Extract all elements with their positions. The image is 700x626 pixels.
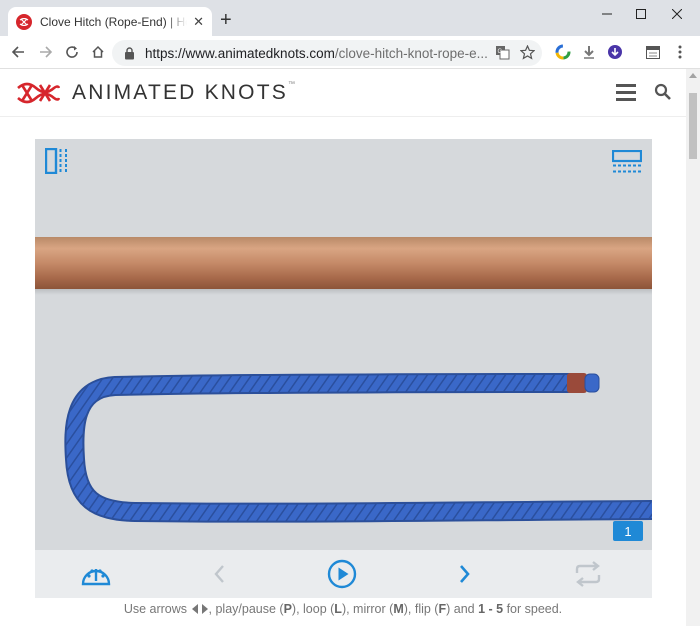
extension-purple-icon[interactable] bbox=[605, 42, 625, 62]
chevron-right-icon bbox=[460, 565, 470, 583]
frame-number-badge: 1 bbox=[613, 521, 643, 541]
chevron-left-icon bbox=[214, 565, 224, 583]
browser-toolbar: https://www.animatedknots.com/clove-hitc… bbox=[0, 36, 700, 69]
download-icon[interactable] bbox=[579, 42, 599, 62]
previous-frame-button[interactable] bbox=[204, 559, 234, 589]
tab-title: Clove Hitch (Rope-End) | How t bbox=[40, 14, 187, 29]
search-icon[interactable] bbox=[654, 83, 672, 101]
site-header: ANIMATED KNOTS™ bbox=[0, 69, 686, 117]
scrollbar-thumb[interactable] bbox=[689, 93, 697, 159]
extension-calendar-icon[interactable] bbox=[643, 42, 663, 62]
url-path: /clove-hitch-knot-rope-e... bbox=[334, 45, 488, 61]
window-close-icon[interactable] bbox=[654, 0, 700, 28]
play-icon bbox=[327, 559, 357, 589]
speedometer-icon bbox=[81, 569, 111, 586]
hamburger-menu-icon[interactable] bbox=[616, 84, 636, 102]
svg-text:G: G bbox=[497, 49, 502, 55]
site-favicon-icon bbox=[16, 13, 32, 30]
loop-icon bbox=[575, 561, 601, 587]
lock-icon bbox=[125, 46, 134, 59]
translate-icon[interactable]: G bbox=[492, 42, 512, 62]
home-icon[interactable] bbox=[88, 42, 108, 62]
site-logo[interactable]: ANIMATED KNOTS™ bbox=[16, 81, 295, 105]
knot-logo-icon bbox=[17, 82, 60, 104]
keyboard-hint: Use arrows , play/pause (P), loop (L), m… bbox=[123, 602, 563, 616]
next-frame-button[interactable] bbox=[450, 559, 480, 589]
player-controls bbox=[35, 550, 652, 598]
page-scrollbar[interactable] bbox=[686, 69, 700, 626]
rope-image bbox=[64, 373, 652, 523]
browser-tab-strip: Clove Hitch (Rope-End) | How t ✕ + bbox=[0, 0, 700, 36]
scroll-up-icon[interactable] bbox=[689, 73, 697, 78]
back-icon[interactable] bbox=[8, 42, 28, 62]
browser-tab[interactable]: Clove Hitch (Rope-End) | How t ✕ bbox=[8, 7, 212, 36]
bookmark-star-icon[interactable] bbox=[517, 42, 537, 62]
extension-color-icon[interactable] bbox=[553, 42, 573, 62]
flip-icon[interactable] bbox=[612, 150, 642, 174]
browser-menu-icon[interactable] bbox=[670, 42, 690, 62]
new-tab-button[interactable]: + bbox=[220, 10, 232, 30]
arrow-keys-icon bbox=[191, 604, 208, 614]
knot-animation-frame[interactable]: 1 bbox=[35, 139, 652, 550]
url-domain: https://www.animatedknots.com bbox=[145, 45, 335, 61]
forward-icon[interactable] bbox=[36, 42, 56, 62]
address-bar[interactable]: https://www.animatedknots.com/clove-hitc… bbox=[112, 40, 542, 66]
reload-icon[interactable] bbox=[62, 42, 82, 62]
loop-button[interactable] bbox=[573, 559, 603, 589]
play-pause-button[interactable] bbox=[327, 559, 357, 589]
web-page: ANIMATED KNOTS™ 1 Use arrows , play/paus… bbox=[0, 69, 686, 626]
tab-close-icon[interactable]: ✕ bbox=[193, 15, 204, 28]
mirror-icon[interactable] bbox=[45, 148, 71, 174]
speed-control-button[interactable] bbox=[81, 559, 111, 589]
logo-text: ANIMATED KNOTS™ bbox=[72, 81, 295, 104]
